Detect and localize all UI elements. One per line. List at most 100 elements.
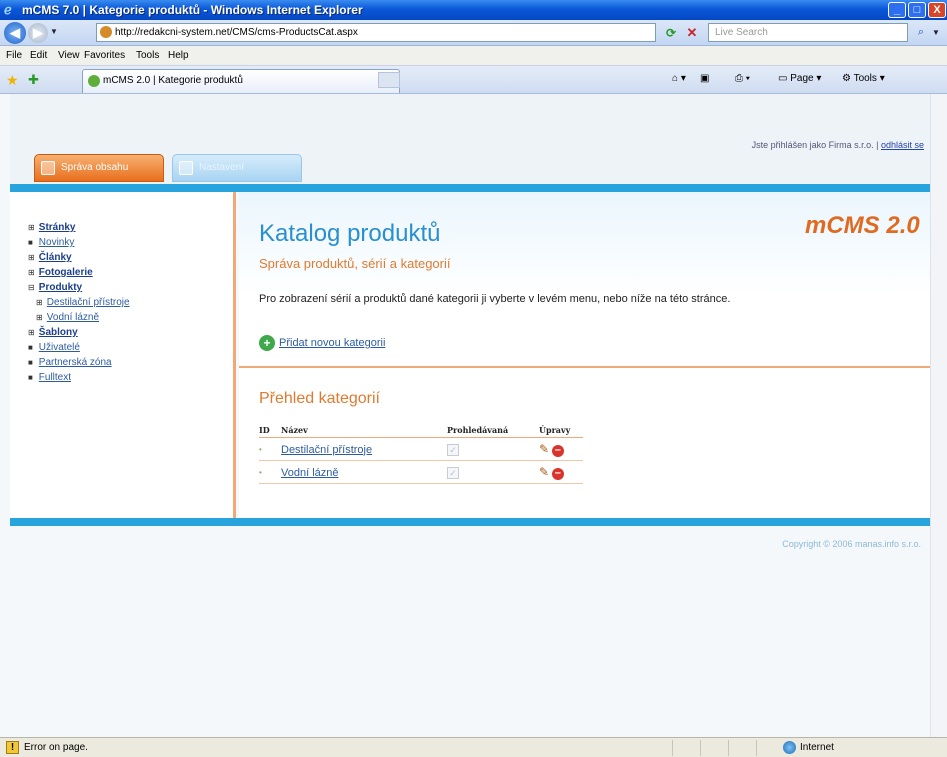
- edit-actions: ✎ –: [539, 437, 583, 461]
- category-link[interactable]: Destilační přístroje: [281, 444, 372, 456]
- maximize-button[interactable]: □: [908, 2, 926, 18]
- address-toolbar: ◀ ▶ ▼ http://redakcni-system.net/CMS/cms…: [0, 20, 947, 46]
- add-favorite-icon[interactable]: ✚: [28, 72, 39, 88]
- table-row: • Vodní lázně ✓ ✎ –: [259, 460, 583, 484]
- sidebar-link[interactable]: Partnerská zóna: [39, 357, 112, 368]
- stop-icon[interactable]: ✕: [683, 24, 701, 42]
- edit-icon[interactable]: ✎: [539, 465, 549, 479]
- sidebar-link[interactable]: Produkty: [39, 282, 82, 293]
- sidebar-link[interactable]: Fulltext: [39, 372, 71, 383]
- copyright-text: Copyright © 2006 manas.info s.r.o.: [782, 539, 921, 549]
- bullet-icon: ■: [28, 373, 33, 382]
- category-link[interactable]: Vodní lázně: [281, 467, 339, 479]
- history-dropdown-icon[interactable]: ▼: [50, 27, 58, 36]
- favorites-star-icon[interactable]: ★: [6, 72, 19, 89]
- expand-icon[interactable]: ⊞: [36, 310, 44, 325]
- home-icon[interactable]: ⌂ ▾: [672, 73, 686, 84]
- sidebar: ⊞ Stránky ■ Novinky ⊞ Články ⊞ Fotogalerie ⊟…: [10, 192, 236, 518]
- menu-favorites[interactable]: Favorites: [84, 50, 125, 61]
- add-category-button[interactable]: + Přidat novou kategorii: [259, 335, 385, 351]
- delete-icon[interactable]: –: [551, 444, 564, 457]
- menu-view[interactable]: View: [58, 50, 80, 61]
- sidebar-item: ■ Novinky: [28, 235, 130, 250]
- page-menu[interactable]: ▭ Page ▾: [778, 73, 821, 84]
- sidebar-item: ■ Partnerská zóna: [28, 355, 130, 370]
- sidebar-link[interactable]: Destilační přístroje: [47, 297, 130, 308]
- minimize-button[interactable]: _: [888, 2, 906, 18]
- vertical-scrollbar[interactable]: [930, 94, 947, 737]
- menu-help[interactable]: Help: [168, 50, 189, 61]
- sidebar-item: ⊞ Fotogalerie: [28, 265, 130, 280]
- logout-link[interactable]: odhlásit se: [881, 140, 924, 150]
- categories-table: ID Název Prohledávaná Úpravy • Destilační…: [259, 424, 583, 484]
- tab-toolbar: ★ ✚ mCMS 2.0 | Kategorie produktů ⌂ ▾ ▣ …: [0, 66, 947, 94]
- ie-logo-icon: ℯ: [4, 2, 12, 17]
- header-divider: [10, 184, 930, 192]
- status-bar: ! Error on page. Internet: [0, 737, 947, 757]
- sidebar-link[interactable]: Stránky: [39, 222, 76, 233]
- sidebar-link[interactable]: Uživatelé: [39, 342, 80, 353]
- menu-edit[interactable]: Edit: [30, 50, 47, 61]
- status-divider: [700, 740, 701, 756]
- tools-menu[interactable]: ⚙ Tools ▾: [842, 73, 885, 84]
- feeds-icon[interactable]: ▣: [700, 73, 709, 84]
- page-subtitle: Správa produktů, sérií a kategorií: [259, 256, 451, 271]
- expand-icon[interactable]: ⊞: [28, 325, 36, 340]
- forward-button[interactable]: ▶: [28, 23, 48, 43]
- search-options-icon[interactable]: ▼: [932, 28, 940, 37]
- search-input[interactable]: Live Search: [708, 23, 908, 42]
- category-name: Vodní lázně: [281, 460, 447, 484]
- internet-zone-icon: [783, 741, 796, 754]
- add-category-link[interactable]: Přidat novou kategorii: [279, 337, 385, 349]
- page-viewport: Jste přihlášen jako Firma s.r.o. | odhlá…: [0, 94, 947, 737]
- brand-logo: mCMS 2.0: [805, 212, 920, 239]
- edit-icon[interactable]: ✎: [539, 442, 549, 456]
- back-button[interactable]: ◀: [4, 22, 26, 44]
- window-titlebar: ℯ mCMS 7.0 | Kategorie produktů - Window…: [0, 0, 947, 20]
- bullet-icon: ■: [28, 343, 33, 352]
- sidebar-item: ■ Fulltext: [28, 370, 130, 385]
- searchable-checkbox: ✓: [447, 443, 459, 456]
- security-zone: Internet: [800, 742, 834, 753]
- expand-icon[interactable]: ⊞: [28, 220, 36, 235]
- sidebar-link[interactable]: Novinky: [39, 237, 75, 248]
- address-url: http://redakcni-system.net/CMS/cms-Produ…: [115, 27, 358, 38]
- column-header-name: Název: [281, 424, 447, 438]
- close-button[interactable]: X: [928, 2, 946, 18]
- sidebar-link[interactable]: Šablony: [39, 327, 78, 338]
- status-divider: [756, 740, 757, 756]
- tab-content-management[interactable]: Správa obsahu: [34, 154, 164, 182]
- expand-icon[interactable]: ⊞: [28, 265, 36, 280]
- row-id: •: [259, 437, 281, 461]
- error-warning-icon[interactable]: !: [6, 741, 19, 754]
- collapse-icon[interactable]: ⊟: [28, 280, 36, 295]
- address-input[interactable]: http://redakcni-system.net/CMS/cms-Produ…: [96, 23, 749, 42]
- menu-tools[interactable]: Tools: [136, 50, 159, 61]
- new-tab-button[interactable]: [378, 72, 400, 88]
- delete-icon[interactable]: –: [551, 467, 564, 480]
- browser-tab-label: mCMS 2.0 | Kategorie produktů: [103, 75, 243, 86]
- expand-icon[interactable]: ⊞: [28, 250, 36, 265]
- status-divider: [672, 740, 673, 756]
- edit-actions: ✎ –: [539, 460, 583, 484]
- browser-tab[interactable]: mCMS 2.0 | Kategorie produktů: [82, 69, 400, 93]
- sidebar-link[interactable]: Vodní lázně: [47, 312, 99, 323]
- search-icon[interactable]: ⌕: [912, 23, 930, 42]
- tab-settings[interactable]: Nastavení: [172, 154, 302, 182]
- refresh-icon[interactable]: ⟳: [662, 24, 680, 42]
- menu-file[interactable]: File: [6, 50, 22, 61]
- bullet-icon: ■: [28, 238, 33, 247]
- main-content: Katalog produktů Správa produktů, sérií …: [239, 192, 930, 518]
- overview-title: Přehled kategorií: [259, 390, 380, 407]
- sidebar-item: ■ Uživatelé: [28, 340, 130, 355]
- status-message: Error on page.: [24, 742, 88, 753]
- page-title: Katalog produktů: [259, 220, 441, 247]
- print-icon[interactable]: ⎙ ▾: [735, 73, 750, 84]
- table-row: • Destilační přístroje ✓ ✎ –: [259, 437, 583, 461]
- bullet-icon: ■: [28, 358, 33, 367]
- expand-icon[interactable]: ⊞: [36, 295, 44, 310]
- sidebar-link[interactable]: Fotogalerie: [39, 267, 93, 278]
- sidebar-link[interactable]: Články: [39, 252, 72, 263]
- status-divider: [728, 740, 729, 756]
- searchable-checkbox: ✓: [447, 466, 459, 479]
